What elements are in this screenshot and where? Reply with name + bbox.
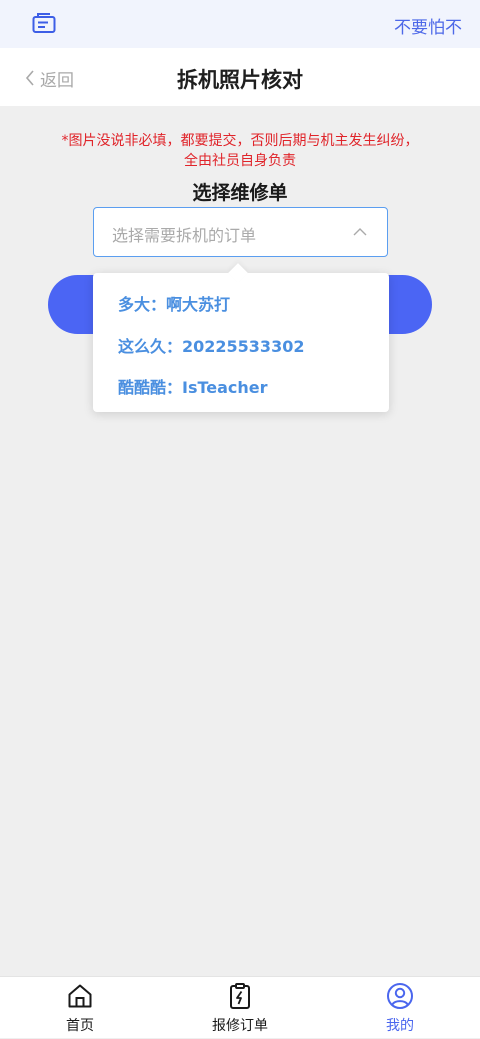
home-icon [68,984,92,1008]
notice-line-2: 全由社员自身负责 [184,153,296,169]
notice-line-1: *图片没说非必填，都要提交，否则后期与机主发生纠纷， [61,133,419,149]
user-name[interactable]: 不要怕不 [394,13,462,38]
tab-repair-orders[interactable]: 报修订单 [180,977,300,1039]
select-placeholder: 选择需要拆机的订单 [112,226,257,245]
required-notice: *图片没说非必填，都要提交，否则后期与机主发生纠纷， 全由社员自身负责 [40,131,440,171]
user-circle-icon [387,983,413,1009]
dropdown-caret [228,263,248,283]
order-select[interactable]: 选择需要拆机的订单 [93,207,388,257]
nav-bar: 返回 拆机照片核对 [0,48,480,106]
chevron-up-icon [353,228,367,236]
tab-mine-label: 我的 [386,1018,414,1034]
dropdown-option[interactable]: 多大：啊大苏打 [118,291,230,315]
clipboard-icon [230,983,250,1009]
section-title: 选择维修单 [192,182,288,204]
page-title: 拆机照片核对 [177,68,303,92]
dropdown-option[interactable]: 这么久：20225533302 [118,333,304,357]
dropdown-option[interactable]: 酷酷酷：IsTeacher [118,374,268,398]
briefcase-icon[interactable] [32,12,56,34]
bottom-tab-bar: 首页 报修订单 我的 [0,976,480,1038]
tab-repair-orders-label: 报修订单 [212,1018,268,1034]
order-dropdown: 多大：啊大苏打 这么久：20225533302 酷酷酷：IsTeacher [93,263,389,412]
top-bar: 不要怕不 [0,0,480,48]
tab-mine[interactable]: 我的 [340,977,460,1039]
tab-home-label: 首页 [66,1018,94,1034]
tab-home[interactable]: 首页 [20,977,140,1039]
